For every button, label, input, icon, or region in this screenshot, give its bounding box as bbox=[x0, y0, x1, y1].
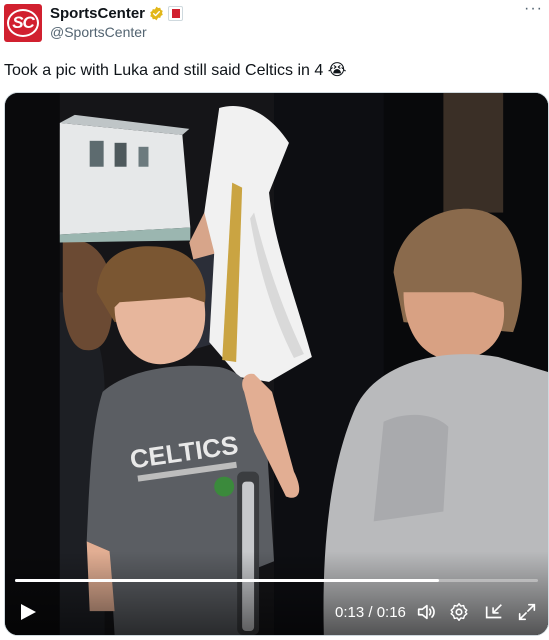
progress-bar[interactable] bbox=[15, 579, 538, 582]
verified-badge-icon bbox=[150, 6, 163, 20]
avatar[interactable]: SC bbox=[4, 4, 42, 42]
affiliate-logo-icon[interactable] bbox=[168, 5, 184, 21]
progress-fill bbox=[15, 579, 439, 582]
author-name-row: SportsCenter bbox=[50, 4, 184, 22]
video-controls: 0:13 / 0:16 bbox=[5, 575, 548, 635]
volume-icon[interactable] bbox=[415, 601, 437, 623]
pip-icon[interactable] bbox=[483, 601, 505, 623]
play-icon[interactable] bbox=[19, 603, 37, 621]
fullscreen-icon[interactable] bbox=[516, 601, 538, 623]
sign-box bbox=[59, 114, 191, 243]
display-name[interactable]: SportsCenter bbox=[50, 5, 145, 22]
avatar-logo-text: SC bbox=[7, 9, 39, 37]
settings-icon[interactable] bbox=[448, 601, 470, 623]
more-options-icon[interactable]: ··· bbox=[524, 0, 543, 18]
time-label: 0:13 / 0:16 bbox=[335, 604, 406, 621]
handle[interactable]: @SportsCenter bbox=[50, 24, 147, 40]
video-frame: CELTICS bbox=[5, 93, 548, 635]
tweet-text: Took a pic with Luka and still said Celt… bbox=[4, 62, 347, 79]
video-player[interactable]: CELTICS 0:13 / 0:16 bbox=[4, 92, 549, 636]
